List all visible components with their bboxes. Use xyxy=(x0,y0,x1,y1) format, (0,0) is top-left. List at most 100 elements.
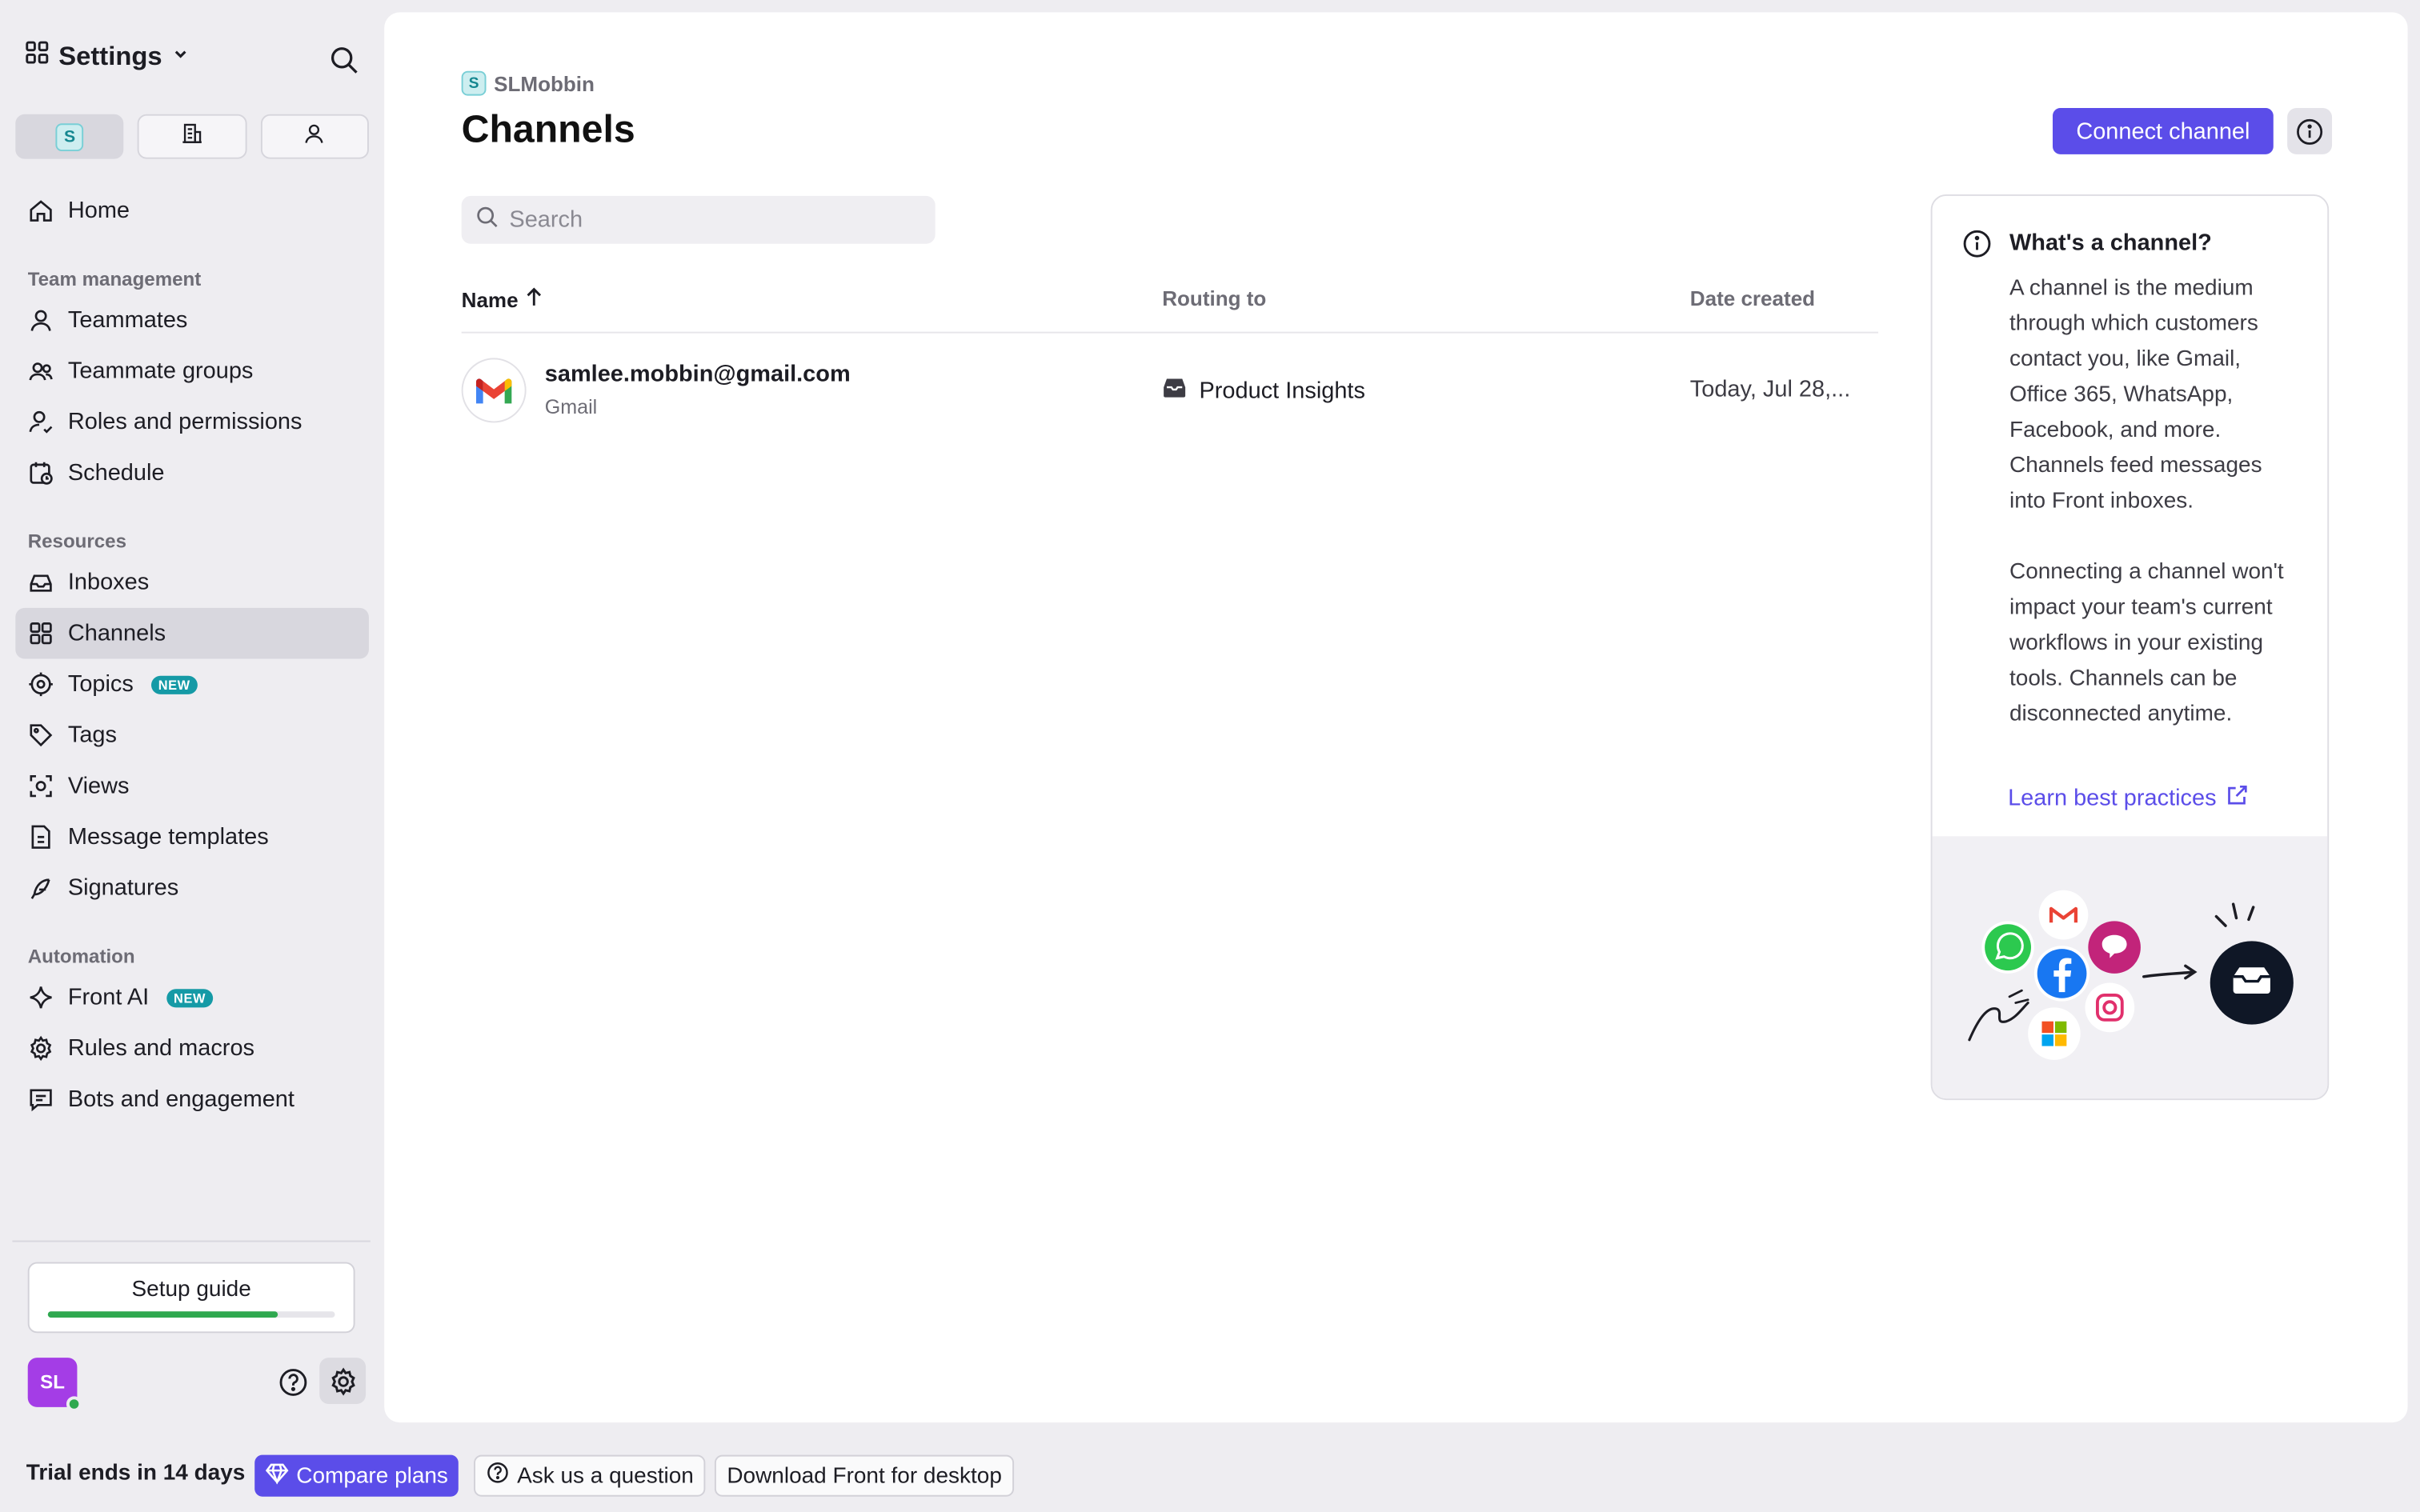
avatar[interactable]: SL xyxy=(27,1358,82,1412)
arrow-up-icon xyxy=(524,287,543,312)
column-routing-header[interactable]: Routing to xyxy=(1162,287,1266,310)
search-icon[interactable] xyxy=(326,42,363,78)
sidebar-item-views[interactable]: Views xyxy=(15,761,369,812)
setup-guide-button[interactable]: Setup guide xyxy=(27,1262,355,1334)
sidebar-item-label: Signatures xyxy=(67,874,179,902)
button-label: Compare plans xyxy=(296,1463,448,1489)
compare-plans-button[interactable]: Compare plans xyxy=(254,1454,459,1497)
section-team-management: Team management xyxy=(27,268,202,290)
info-icon[interactable] xyxy=(2287,107,2333,154)
group-icon xyxy=(29,362,53,381)
info-card-paragraph: A channel is the medium through which cu… xyxy=(2009,276,2262,514)
chevron-down-icon xyxy=(171,42,190,70)
search-input[interactable] xyxy=(509,206,911,234)
setup-progress-fill xyxy=(47,1311,278,1318)
channel-address: samlee.mobbin@gmail.com xyxy=(544,361,851,388)
setup-progress-track xyxy=(47,1311,335,1318)
connect-channel-button[interactable]: Connect channel xyxy=(2052,107,2274,154)
routing-label: Product Insights xyxy=(1199,377,1365,404)
search-icon xyxy=(475,205,499,236)
column-date-header[interactable]: Date created xyxy=(1690,287,1815,310)
sidebar-item-label: Inboxes xyxy=(67,569,150,596)
workspace-badge: S xyxy=(461,70,487,96)
building-icon xyxy=(181,121,204,152)
column-label: Routing to xyxy=(1162,286,1267,310)
calendar-clock-icon xyxy=(30,462,53,485)
sidebar-item-label: Schedule xyxy=(67,459,165,486)
target-icon xyxy=(29,672,53,697)
main-panel: S SLMobbin Channels Connect channel Name… xyxy=(384,12,2408,1423)
settings-gear-icon[interactable] xyxy=(319,1358,367,1404)
channels-illustration xyxy=(1932,836,2328,1099)
sidebar-item-topics[interactable]: Topics NEW xyxy=(15,658,369,710)
breadcrumb-workspace: SLMobbin xyxy=(494,71,595,95)
sidebar-item-teammates[interactable]: Teammates xyxy=(15,294,369,346)
new-badge: NEW xyxy=(150,674,198,694)
sidebar-item-label: Bots and engagement xyxy=(67,1086,294,1113)
sidebar: Settings S Home Team management Teammate… xyxy=(0,0,383,1422)
info-card-body: A channel is the medium through which cu… xyxy=(2009,271,2302,733)
tab-workspace[interactable]: S xyxy=(15,114,124,159)
help-icon[interactable] xyxy=(276,1366,310,1399)
new-badge: NEW xyxy=(166,988,214,1007)
settings-menu[interactable]: Settings xyxy=(25,40,190,72)
breadcrumb[interactable]: S SLMobbin xyxy=(461,70,595,96)
sidebar-item-message-templates[interactable]: Message templates xyxy=(15,811,369,862)
feather-icon xyxy=(30,878,50,899)
channel-type: Gmail xyxy=(544,394,598,418)
learn-best-practices-link[interactable]: Learn best practices xyxy=(2008,784,2249,814)
sidebar-item-tags[interactable]: Tags xyxy=(15,710,369,761)
link-label: Learn best practices xyxy=(2008,785,2217,812)
sidebar-item-label: Roles and permissions xyxy=(67,409,302,435)
sidebar-item-front-ai[interactable]: Front AI NEW xyxy=(15,972,369,1023)
table-row[interactable]: samlee.mobbin@gmail.com Gmail Product In… xyxy=(461,334,1878,448)
tab-company[interactable] xyxy=(138,114,246,159)
template-icon xyxy=(31,825,50,849)
info-card-paragraph: Connecting a channel won't impact your t… xyxy=(2009,560,2284,727)
sidebar-item-label: Message templates xyxy=(67,823,269,850)
tag-icon xyxy=(30,724,53,747)
tab-personal[interactable] xyxy=(260,114,369,159)
chat-icon xyxy=(30,1089,52,1112)
column-name-header[interactable]: Name xyxy=(462,287,543,312)
trial-status: Trial ends in 14 days xyxy=(26,1461,246,1486)
external-link-icon xyxy=(2226,784,2249,814)
settings-nav: Home Team management Teammates Teammate … xyxy=(15,185,369,1124)
inbox-icon xyxy=(1162,377,1187,405)
home-icon xyxy=(30,200,52,222)
sidebar-item-rules[interactable]: Rules and macros xyxy=(15,1023,369,1074)
sidebar-item-label: Rules and macros xyxy=(67,1035,255,1062)
column-label: Name xyxy=(461,287,519,311)
ask-question-button[interactable]: Ask us a question xyxy=(474,1454,707,1497)
section-resources: Resources xyxy=(27,530,127,553)
download-desktop-button[interactable]: Download Front for desktop xyxy=(714,1454,1015,1497)
grid-icon xyxy=(30,622,52,645)
person-check-icon xyxy=(29,410,53,434)
sparkle-icon xyxy=(30,986,52,1009)
sidebar-item-label: Topics xyxy=(67,670,134,698)
sidebar-item-inboxes[interactable]: Inboxes xyxy=(15,557,369,608)
sidebar-item-signatures[interactable]: Signatures xyxy=(15,862,369,914)
sidebar-item-label: Views xyxy=(67,773,130,799)
date-created: Today, Jul 28,... xyxy=(1689,376,1851,403)
search-field[interactable] xyxy=(461,195,936,244)
setup-guide-label: Setup guide xyxy=(131,1277,251,1302)
routing-target: Product Insights xyxy=(1162,377,1365,405)
sidebar-item-roles[interactable]: Roles and permissions xyxy=(15,397,369,448)
button-label: Download Front for desktop xyxy=(727,1463,1002,1489)
sidebar-item-label: Channels xyxy=(67,620,166,647)
inbox-icon xyxy=(30,574,52,592)
column-label: Date created xyxy=(1689,286,1816,310)
person-icon xyxy=(303,121,327,152)
grid-icon xyxy=(25,40,50,72)
sidebar-item-bots[interactable]: Bots and engagement xyxy=(15,1074,369,1125)
sidebar-item-label: Front AI xyxy=(67,984,150,1011)
sidebar-item-teammate-groups[interactable]: Teammate groups xyxy=(15,346,369,397)
diamond-icon xyxy=(265,1462,289,1490)
sidebar-item-channels[interactable]: Channels xyxy=(15,607,369,659)
sidebar-item-home[interactable]: Home xyxy=(15,185,369,236)
question-icon xyxy=(486,1461,509,1490)
sidebar-item-schedule[interactable]: Schedule xyxy=(15,447,369,498)
sidebar-item-label: Teammates xyxy=(67,306,188,334)
divider xyxy=(12,1240,371,1242)
